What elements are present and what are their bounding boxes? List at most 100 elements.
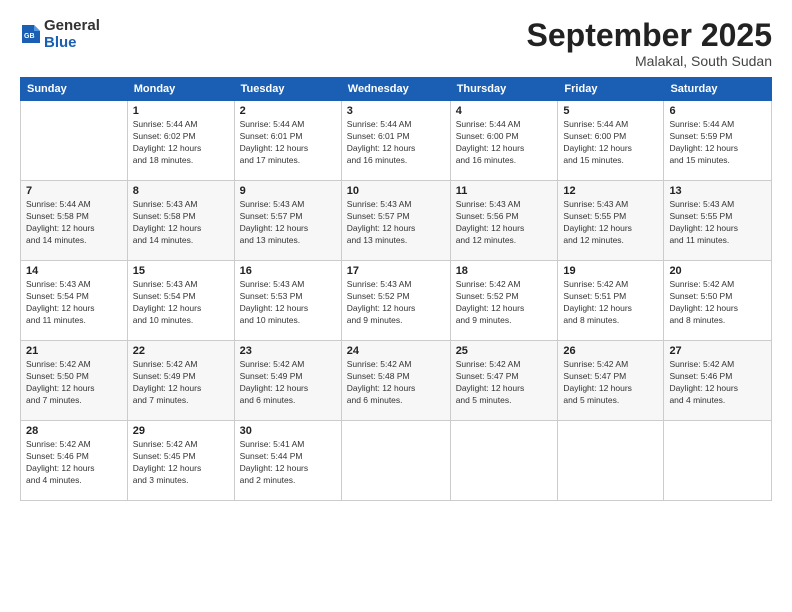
col-header-wednesday: Wednesday xyxy=(341,78,450,101)
day-info: Sunrise: 5:43 AM Sunset: 5:57 PM Dayligh… xyxy=(240,199,336,247)
col-header-tuesday: Tuesday xyxy=(234,78,341,101)
day-number: 5 xyxy=(563,105,658,117)
col-header-saturday: Saturday xyxy=(664,78,772,101)
day-number: 21 xyxy=(26,345,122,357)
day-info: Sunrise: 5:44 AM Sunset: 6:00 PM Dayligh… xyxy=(563,119,658,167)
calendar-cell: 22Sunrise: 5:42 AM Sunset: 5:49 PM Dayli… xyxy=(127,341,234,421)
calendar-cell: 5 Sunrise: 5:44 AM Sunset: 6:00 PM Daylig… xyxy=(558,101,664,181)
calendar-cell xyxy=(558,421,664,501)
day-number: 25 xyxy=(456,345,553,357)
day-info: Sunrise: 5:42 AM Sunset: 5:46 PM Dayligh… xyxy=(669,359,766,407)
day-info: Sunrise: 5:42 AM Sunset: 5:48 PM Dayligh… xyxy=(347,359,445,407)
calendar-cell: 25 Sunrise: 5:42 AM Sunset: 5:47 PM Dayli… xyxy=(450,341,558,421)
day-number: 16 xyxy=(240,265,336,277)
day-number: 13 xyxy=(669,185,766,197)
calendar-cell: 1 Sunrise: 5:44 AM Sunset: 6:02 PM Daylig… xyxy=(127,101,234,181)
day-number: 11 xyxy=(456,185,553,197)
logo: GB General Blue xyxy=(20,18,100,51)
day-info: Sunrise: 5:43 AM Sunset: 5:54 PM Dayligh… xyxy=(26,279,122,327)
svg-text:GB: GB xyxy=(24,33,35,40)
day-info: Sunrise: 5:43 AM Sunset: 5:54 PM Dayligh… xyxy=(133,279,229,327)
calendar-cell: 23 Sunrise: 5:42 AM Sunset: 5:49 PM Dayli… xyxy=(234,341,341,421)
day-info: Sunrise: 5:42 AM Sunset: 5:45 PM Dayligh… xyxy=(133,439,229,487)
day-info: Sunrise: 5:42 AM Sunset: 5:49 PM Dayligh… xyxy=(240,359,336,407)
day-number: 4 xyxy=(456,105,553,117)
day-number: 17 xyxy=(347,265,445,277)
calendar-cell xyxy=(450,421,558,501)
page: GB General Blue September 2025 Malakal, … xyxy=(0,0,792,612)
calendar-cell: 7 Sunrise: 5:44 AM Sunset: 5:58 PM Daylig… xyxy=(21,181,128,261)
calendar: SundayMondayTuesdayWednesdayThursdayFrid… xyxy=(20,77,772,501)
day-info: Sunrise: 5:43 AM Sunset: 5:58 PM Dayligh… xyxy=(133,199,229,247)
day-number: 19 xyxy=(563,265,658,277)
day-number: 20 xyxy=(669,265,766,277)
header-row: SundayMondayTuesdayWednesdayThursdayFrid… xyxy=(21,78,772,101)
calendar-cell: 16 Sunrise: 5:43 AM Sunset: 5:53 PM Dayli… xyxy=(234,261,341,341)
calendar-cell: 20 Sunrise: 5:42 AM Sunset: 5:50 PM Dayli… xyxy=(664,261,772,341)
day-info: Sunrise: 5:44 AM Sunset: 5:58 PM Dayligh… xyxy=(26,199,122,247)
calendar-cell: 29Sunrise: 5:42 AM Sunset: 5:45 PM Dayli… xyxy=(127,421,234,501)
logo-blue: Blue xyxy=(44,35,100,52)
calendar-cell: 10Sunrise: 5:43 AM Sunset: 5:57 PM Dayli… xyxy=(341,181,450,261)
day-number: 7 xyxy=(26,185,122,197)
day-info: Sunrise: 5:44 AM Sunset: 5:59 PM Dayligh… xyxy=(669,119,766,167)
day-number: 9 xyxy=(240,185,336,197)
day-number: 18 xyxy=(456,265,553,277)
col-header-sunday: Sunday xyxy=(21,78,128,101)
week-row: 28Sunrise: 5:42 AM Sunset: 5:46 PM Dayli… xyxy=(21,421,772,501)
logo-general: General xyxy=(44,18,100,35)
day-info: Sunrise: 5:42 AM Sunset: 5:47 PM Dayligh… xyxy=(563,359,658,407)
day-number: 14 xyxy=(26,265,122,277)
calendar-cell: 9 Sunrise: 5:43 AM Sunset: 5:57 PM Daylig… xyxy=(234,181,341,261)
day-number: 6 xyxy=(669,105,766,117)
calendar-cell: 21 Sunrise: 5:42 AM Sunset: 5:50 PM Dayli… xyxy=(21,341,128,421)
calendar-cell: 8 Sunrise: 5:43 AM Sunset: 5:58 PM Daylig… xyxy=(127,181,234,261)
day-number: 8 xyxy=(133,185,229,197)
day-info: Sunrise: 5:42 AM Sunset: 5:50 PM Dayligh… xyxy=(669,279,766,327)
week-row: 21 Sunrise: 5:42 AM Sunset: 5:50 PM Dayli… xyxy=(21,341,772,421)
day-number: 3 xyxy=(347,105,445,117)
day-number: 26 xyxy=(563,345,658,357)
calendar-cell: 15 Sunrise: 5:43 AM Sunset: 5:54 PM Dayli… xyxy=(127,261,234,341)
day-info: Sunrise: 5:43 AM Sunset: 5:52 PM Dayligh… xyxy=(347,279,445,327)
calendar-cell: 18 Sunrise: 5:42 AM Sunset: 5:52 PM Dayli… xyxy=(450,261,558,341)
day-number: 2 xyxy=(240,105,336,117)
week-row: 1 Sunrise: 5:44 AM Sunset: 6:02 PM Daylig… xyxy=(21,101,772,181)
day-info: Sunrise: 5:43 AM Sunset: 5:53 PM Dayligh… xyxy=(240,279,336,327)
day-info: Sunrise: 5:42 AM Sunset: 5:52 PM Dayligh… xyxy=(456,279,553,327)
calendar-cell: 14 Sunrise: 5:43 AM Sunset: 5:54 PM Dayli… xyxy=(21,261,128,341)
day-number: 22 xyxy=(133,345,229,357)
day-number: 1 xyxy=(133,105,229,117)
day-info: Sunrise: 5:42 AM Sunset: 5:50 PM Dayligh… xyxy=(26,359,122,407)
day-number: 12 xyxy=(563,185,658,197)
day-number: 27 xyxy=(669,345,766,357)
calendar-cell: 3 Sunrise: 5:44 AM Sunset: 6:01 PM Daylig… xyxy=(341,101,450,181)
week-row: 7 Sunrise: 5:44 AM Sunset: 5:58 PM Daylig… xyxy=(21,181,772,261)
day-number: 30 xyxy=(240,425,336,437)
day-number: 23 xyxy=(240,345,336,357)
day-info: Sunrise: 5:41 AM Sunset: 5:44 PM Dayligh… xyxy=(240,439,336,487)
calendar-cell: 26 Sunrise: 5:42 AM Sunset: 5:47 PM Dayli… xyxy=(558,341,664,421)
header: GB General Blue September 2025 Malakal, … xyxy=(20,18,772,69)
col-header-friday: Friday xyxy=(558,78,664,101)
week-row: 14 Sunrise: 5:43 AM Sunset: 5:54 PM Dayli… xyxy=(21,261,772,341)
title-area: September 2025 Malakal, South Sudan xyxy=(527,18,772,69)
day-number: 15 xyxy=(133,265,229,277)
calendar-cell: 4 Sunrise: 5:44 AM Sunset: 6:00 PM Daylig… xyxy=(450,101,558,181)
calendar-cell: 2Sunrise: 5:44 AM Sunset: 6:01 PM Daylig… xyxy=(234,101,341,181)
col-header-monday: Monday xyxy=(127,78,234,101)
day-info: Sunrise: 5:44 AM Sunset: 6:00 PM Dayligh… xyxy=(456,119,553,167)
calendar-cell: 6 Sunrise: 5:44 AM Sunset: 5:59 PM Daylig… xyxy=(664,101,772,181)
calendar-cell: 13 Sunrise: 5:43 AM Sunset: 5:55 PM Dayli… xyxy=(664,181,772,261)
calendar-cell: 27 Sunrise: 5:42 AM Sunset: 5:46 PM Dayli… xyxy=(664,341,772,421)
day-info: Sunrise: 5:44 AM Sunset: 6:02 PM Dayligh… xyxy=(133,119,229,167)
day-info: Sunrise: 5:42 AM Sunset: 5:47 PM Dayligh… xyxy=(456,359,553,407)
day-info: Sunrise: 5:44 AM Sunset: 6:01 PM Dayligh… xyxy=(347,119,445,167)
calendar-cell: 19Sunrise: 5:42 AM Sunset: 5:51 PM Dayli… xyxy=(558,261,664,341)
day-number: 10 xyxy=(347,185,445,197)
calendar-cell: 17 Sunrise: 5:43 AM Sunset: 5:52 PM Dayli… xyxy=(341,261,450,341)
day-info: Sunrise: 5:43 AM Sunset: 5:55 PM Dayligh… xyxy=(669,199,766,247)
day-number: 28 xyxy=(26,425,122,437)
logo-icon: GB xyxy=(20,23,42,45)
day-info: Sunrise: 5:43 AM Sunset: 5:55 PM Dayligh… xyxy=(563,199,658,247)
